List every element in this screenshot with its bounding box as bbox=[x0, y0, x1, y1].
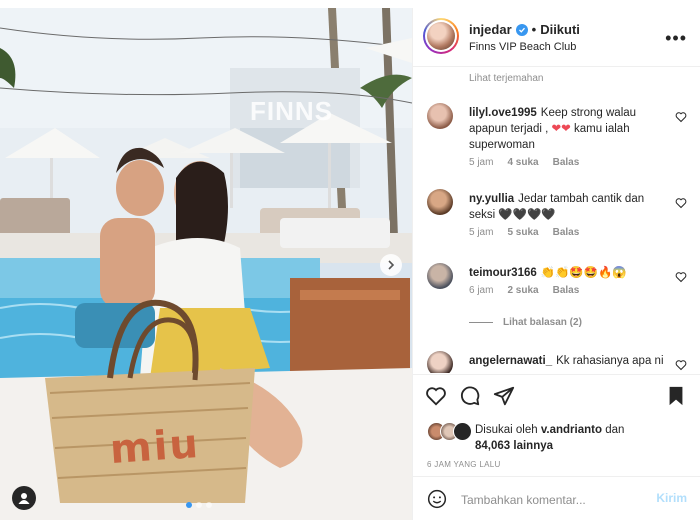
commenter-avatar[interactable] bbox=[427, 351, 453, 373]
liker-username[interactable]: v.andrianto bbox=[541, 424, 602, 436]
verified-badge-icon bbox=[515, 23, 528, 36]
view-replies-button[interactable]: Lihat balasan (2) bbox=[469, 317, 582, 328]
comment-likes[interactable]: 5 suka bbox=[507, 227, 538, 238]
liker-avatars[interactable] bbox=[427, 422, 473, 441]
reply-button[interactable]: Balas bbox=[553, 157, 580, 168]
comment-emoji: 🖤🖤🖤🖤 bbox=[498, 209, 556, 221]
comment-username[interactable]: lilyl.ove1995 bbox=[469, 107, 537, 119]
comment-time: 5 jam bbox=[469, 227, 494, 238]
chevron-right-icon bbox=[388, 260, 395, 270]
comment-icon[interactable] bbox=[459, 385, 481, 407]
photo-illustration bbox=[0, 8, 412, 520]
liked-by-conj: dan bbox=[605, 424, 625, 436]
add-comment-bar: Kirim bbox=[413, 476, 700, 521]
comment-input[interactable] bbox=[459, 487, 643, 513]
post-dialog: FINNS miu injedar • Diikuti Finns VIP Be… bbox=[0, 8, 700, 520]
liked-by-prefix: Disukai oleh bbox=[475, 424, 538, 436]
more-options-icon[interactable]: ••• bbox=[665, 28, 687, 49]
author-username[interactable]: injedar bbox=[469, 22, 512, 37]
heart-icon[interactable] bbox=[675, 271, 687, 283]
heart-icon[interactable] bbox=[425, 385, 447, 407]
comment-time: 6 jam bbox=[469, 285, 494, 296]
author-avatar[interactable] bbox=[423, 18, 459, 54]
reply-button[interactable]: Balas bbox=[553, 285, 580, 296]
photo-sign-text: FINNS bbox=[250, 96, 333, 126]
user-tag-button[interactable] bbox=[12, 486, 36, 510]
comment-likes[interactable]: 4 suka bbox=[507, 157, 538, 168]
carousel-dot bbox=[196, 502, 202, 508]
post-actions-bar bbox=[413, 374, 700, 417]
post-header: injedar • Diikuti Finns VIP Beach Club •… bbox=[413, 8, 700, 67]
post-photo[interactable]: FINNS miu bbox=[0, 8, 412, 520]
comment-username[interactable]: angelernawati_ bbox=[469, 355, 552, 367]
post-timestamp[interactable]: 6 JAM YANG LALU bbox=[427, 460, 501, 469]
post-location[interactable]: Finns VIP Beach Club bbox=[469, 41, 576, 53]
likes-summary: Disukai oleh v.andrianto dan 84,063 lain… bbox=[413, 416, 700, 456]
comment-username[interactable]: teimour3166 bbox=[469, 267, 537, 279]
post-comment-button[interactable]: Kirim bbox=[656, 491, 687, 505]
bookmark-icon[interactable] bbox=[665, 385, 687, 407]
comments-list[interactable]: Lihat terjemahan lilyl.ove1995 Keep stron… bbox=[413, 67, 700, 373]
commenter-avatar[interactable] bbox=[427, 189, 453, 215]
likes-count[interactable]: 84,063 bbox=[475, 440, 510, 452]
heart-icon[interactable] bbox=[675, 197, 687, 209]
carousel-dots bbox=[186, 502, 212, 508]
post-sidebar: injedar • Diikuti Finns VIP Beach Club •… bbox=[412, 8, 700, 520]
user-tag-icon bbox=[18, 493, 30, 504]
see-translation-link[interactable]: Lihat terjemahan bbox=[469, 73, 544, 84]
comment-likes[interactable]: 2 suka bbox=[507, 285, 538, 296]
comment-username[interactable]: ny.yullia bbox=[469, 193, 514, 205]
heart-icon[interactable] bbox=[675, 359, 687, 371]
share-icon[interactable] bbox=[493, 385, 515, 407]
emoji-icon[interactable] bbox=[427, 489, 447, 509]
reply-button[interactable]: Balas bbox=[553, 227, 580, 238]
heart-icon[interactable] bbox=[675, 111, 687, 123]
comment-emoji: 👏👏🤩🤩🔥😱 bbox=[540, 267, 627, 279]
carousel-dot bbox=[206, 502, 212, 508]
carousel-next-button[interactable] bbox=[380, 254, 402, 276]
commenter-avatar[interactable] bbox=[427, 103, 453, 129]
carousel-dot-active bbox=[186, 502, 192, 508]
likes-suffix[interactable]: lainnya bbox=[513, 440, 553, 452]
comment-text: Kk rahasianya apa ni bbox=[556, 355, 664, 367]
comment-time: 5 jam bbox=[469, 157, 494, 168]
commenter-avatar[interactable] bbox=[427, 263, 453, 289]
bag-logo-text: miu bbox=[108, 420, 202, 474]
comment-emoji: ❤❤ bbox=[551, 123, 571, 135]
follow-status-button[interactable]: Diikuti bbox=[540, 22, 580, 37]
